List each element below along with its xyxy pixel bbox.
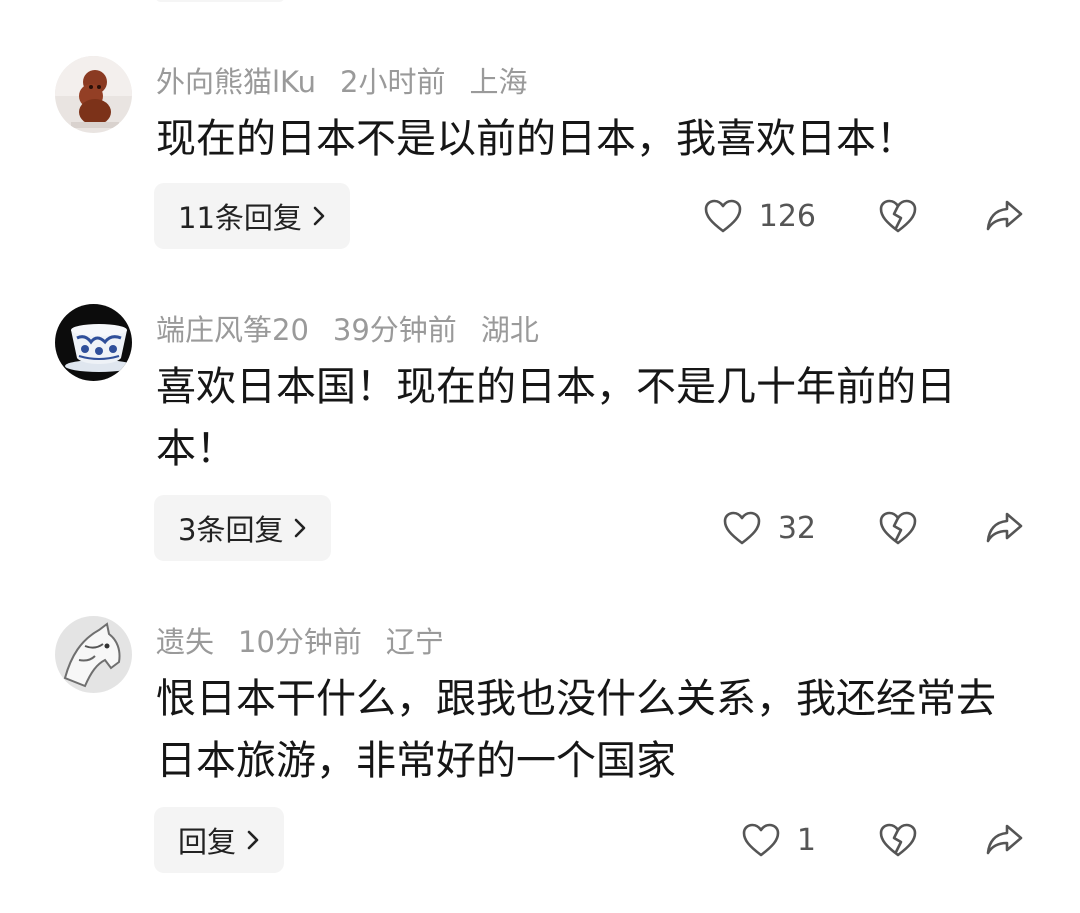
avatar[interactable] [55,304,132,381]
view-replies-button[interactable]: 3条回复 [154,495,332,561]
heart-icon [722,510,762,546]
comment-actions: 32 [722,495,1024,561]
comment-actions: 1 [741,807,1024,873]
comment-meta: 端庄风筝20 39分钟前 湖北 [156,308,563,348]
comment-text[interactable]: 恨日本干什么，跟我也没什么关系，我还经常去日本旅游，非常好的一个国家 [156,668,1006,792]
like-count: 126 [758,198,816,234]
comment-meta: 外向熊猫lKu 2小时前 上海 [156,60,551,100]
timestamp: 2小时前 [340,65,446,99]
username[interactable]: 外向熊猫lKu [156,59,316,101]
heart-icon [741,822,781,858]
share-icon[interactable] [984,822,1024,858]
like-button[interactable]: 1 [741,822,816,858]
like-button[interactable]: 32 [722,510,816,546]
share-icon[interactable] [984,198,1024,234]
previous-reply-button-edge [155,0,285,2]
username[interactable]: 端庄风筝20 [156,307,309,349]
comment-meta: 遗失 10分钟前 辽宁 [156,620,468,660]
avatar[interactable] [55,56,132,133]
timestamp: 39分钟前 [332,313,457,347]
chevron-right-icon [293,517,307,539]
heart-icon [703,198,743,234]
avatar[interactable] [55,616,132,693]
username[interactable]: 遗失 [156,619,214,661]
comment-text[interactable]: 现在的日本不是以前的日本，我喜欢日本！ [156,108,1016,170]
reply-label: 3条回复 [178,513,284,547]
broken-heart-icon[interactable] [878,510,918,546]
reply-label: 回复 [178,825,237,859]
location: 辽宁 [385,625,444,659]
location: 湖北 [480,313,539,347]
location: 上海 [469,65,528,99]
view-replies-button[interactable]: 11条回复 [154,183,350,249]
timestamp: 10分钟前 [238,625,362,659]
chevron-right-icon [246,829,260,851]
like-button[interactable]: 126 [703,198,816,234]
reply-label: 11条回复 [178,201,302,235]
like-count: 1 [796,822,816,858]
like-count: 32 [777,510,816,546]
reply-button[interactable]: 回复 [154,807,285,873]
chevron-right-icon [312,205,326,227]
broken-heart-icon[interactable] [878,198,918,234]
share-icon[interactable] [984,510,1024,546]
broken-heart-icon[interactable] [878,822,918,858]
comment-actions: 126 [703,183,1024,249]
comment-text[interactable]: 喜欢日本国！现在的日本，不是几十年前的日本！ [156,356,996,480]
